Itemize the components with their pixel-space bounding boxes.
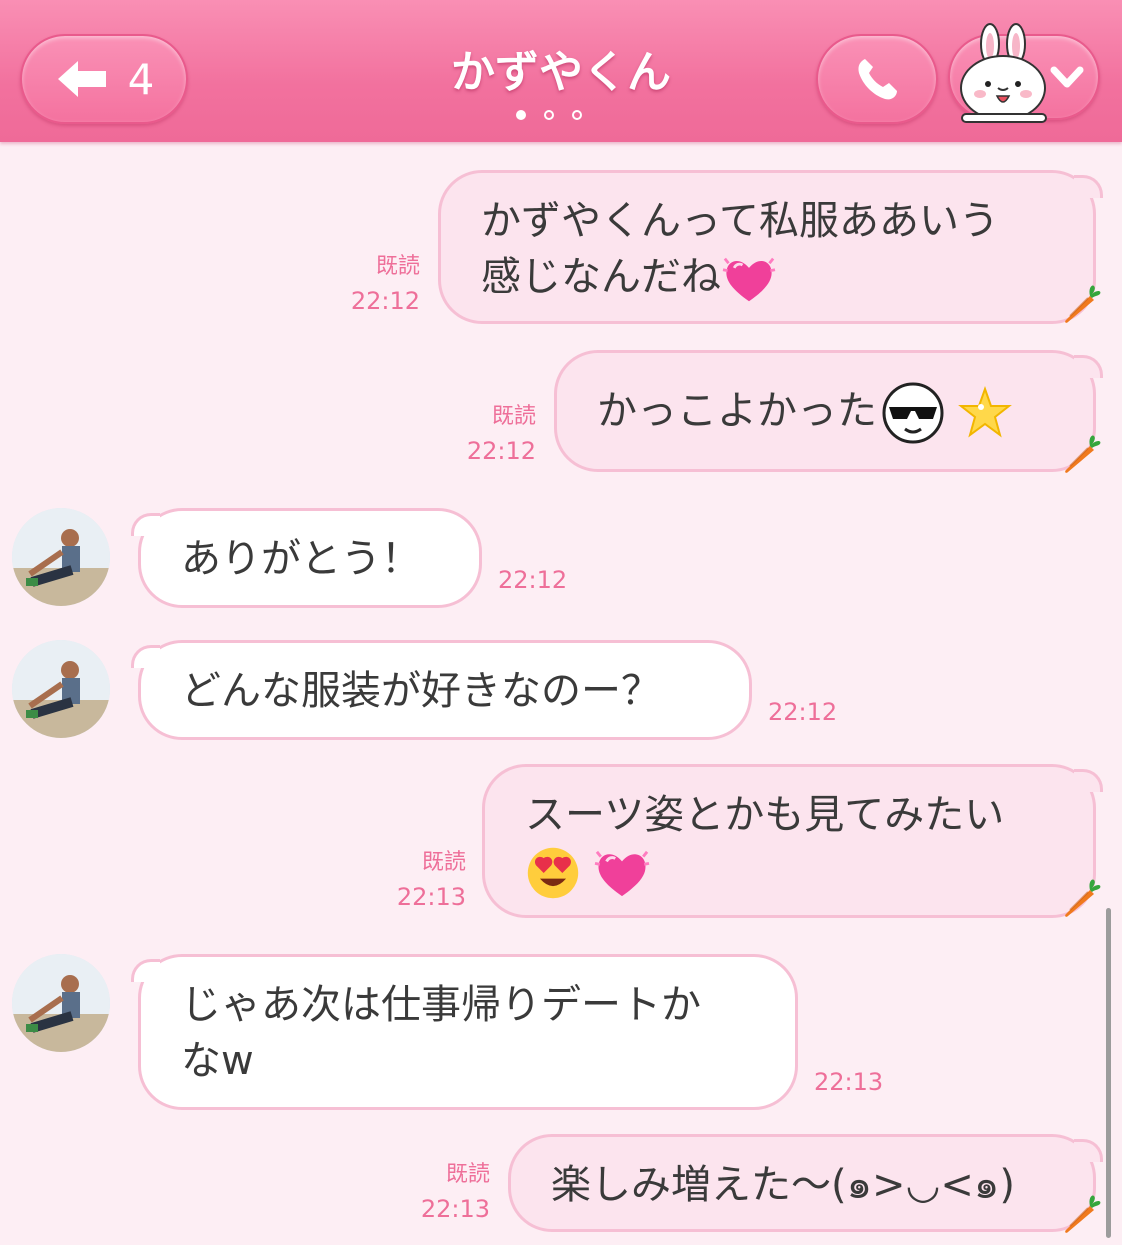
bubble-tail xyxy=(1074,175,1103,198)
avatar-photo-icon xyxy=(12,508,110,606)
page-dot xyxy=(544,110,554,120)
message-time: 22:13 xyxy=(420,1195,490,1223)
chat-header: 4 かずやくん xyxy=(0,0,1122,142)
message-bubble-outgoing[interactable]: 楽しみ増えた〜(๑>◡<๑) xyxy=(508,1134,1103,1232)
message-meta: 既読 22:13 xyxy=(400,1158,490,1226)
heart-eyes-emoji-icon xyxy=(525,845,581,901)
carrot-icon xyxy=(1060,876,1104,920)
message-bubble-outgoing[interactable]: かっこよかった xyxy=(554,350,1103,472)
message-bubble-incoming[interactable]: どんな服装が好きなのー？ xyxy=(131,640,752,740)
heart-emoji-icon xyxy=(593,846,651,900)
carrot-icon xyxy=(1060,282,1104,326)
message-time: 22:13 xyxy=(396,883,466,911)
sunglasses-emoji-icon xyxy=(881,381,945,445)
page-dot xyxy=(516,110,526,120)
bubble-tail xyxy=(1074,1139,1103,1162)
message-time: 22:12 xyxy=(498,566,568,594)
avatar-photo-icon xyxy=(12,954,110,1052)
contact-avatar[interactable] xyxy=(12,508,110,606)
avatar-photo-icon xyxy=(12,640,110,738)
message-bubble-outgoing[interactable]: かずやくんって私服ああいう 感じなんだね xyxy=(438,170,1103,324)
message-bubble-incoming[interactable]: ありがとう！ xyxy=(131,508,482,608)
page-indicator xyxy=(516,110,582,120)
read-receipt: 既読 xyxy=(491,404,536,429)
heart-emoji-icon xyxy=(721,253,777,305)
message-text-line: なw xyxy=(181,1038,254,1084)
message-text-line: 感じなんだね xyxy=(481,249,1053,305)
message-time: 22:12 xyxy=(768,698,838,726)
message-bubble-outgoing[interactable]: スーツ姿とかも見てみたい xyxy=(482,764,1103,918)
message-text: 楽しみ増えた〜(๑>◡<๑) xyxy=(551,1162,1015,1208)
message-text: ありがとう！ xyxy=(181,536,421,582)
message-time: 22:12 xyxy=(350,287,420,315)
bubble-tail xyxy=(1074,769,1103,792)
message-text-line: かずやくんって私服ああいう xyxy=(481,198,999,244)
carrot-icon xyxy=(1060,1192,1104,1236)
message-time: 22:13 xyxy=(814,1068,884,1096)
bubble-tail xyxy=(131,959,160,982)
bubble-tail xyxy=(1074,355,1103,378)
carrot-icon xyxy=(1060,432,1104,476)
message-meta: 既読 22:12 xyxy=(330,250,420,318)
message-text: どんな服装が好きなのー？ xyxy=(181,668,661,714)
message-text: 感じなんだね xyxy=(481,254,721,300)
chevron-down-icon xyxy=(1050,66,1084,88)
phone-icon xyxy=(858,59,897,100)
read-receipt: 既読 xyxy=(445,1162,490,1187)
message-meta: 既読 22:13 xyxy=(376,846,466,914)
contact-avatar[interactable] xyxy=(12,640,110,738)
message-text: かっこよかった xyxy=(597,388,877,434)
page-dot xyxy=(572,110,582,120)
scrollbar[interactable] xyxy=(1106,908,1111,1238)
star-emoji-icon xyxy=(957,385,1013,441)
bunny-mascot-icon xyxy=(960,23,1047,123)
contact-avatar[interactable] xyxy=(12,954,110,1052)
bubble-tail xyxy=(131,513,160,536)
message-time: 22:12 xyxy=(466,437,536,465)
message-text-line: じゃあ次は仕事帰りデートか xyxy=(181,982,701,1028)
message-meta: 既読 22:12 xyxy=(446,400,536,468)
bubble-tail xyxy=(131,645,160,668)
call-button[interactable] xyxy=(816,34,938,124)
message-bubble-incoming[interactable]: じゃあ次は仕事帰りデートか なw xyxy=(131,954,798,1110)
message-emoji-line xyxy=(525,843,1053,901)
read-receipt: 既読 xyxy=(375,254,420,279)
message-text-line: スーツ姿とかも見てみたい xyxy=(525,792,1005,838)
read-receipt: 既読 xyxy=(421,850,466,875)
